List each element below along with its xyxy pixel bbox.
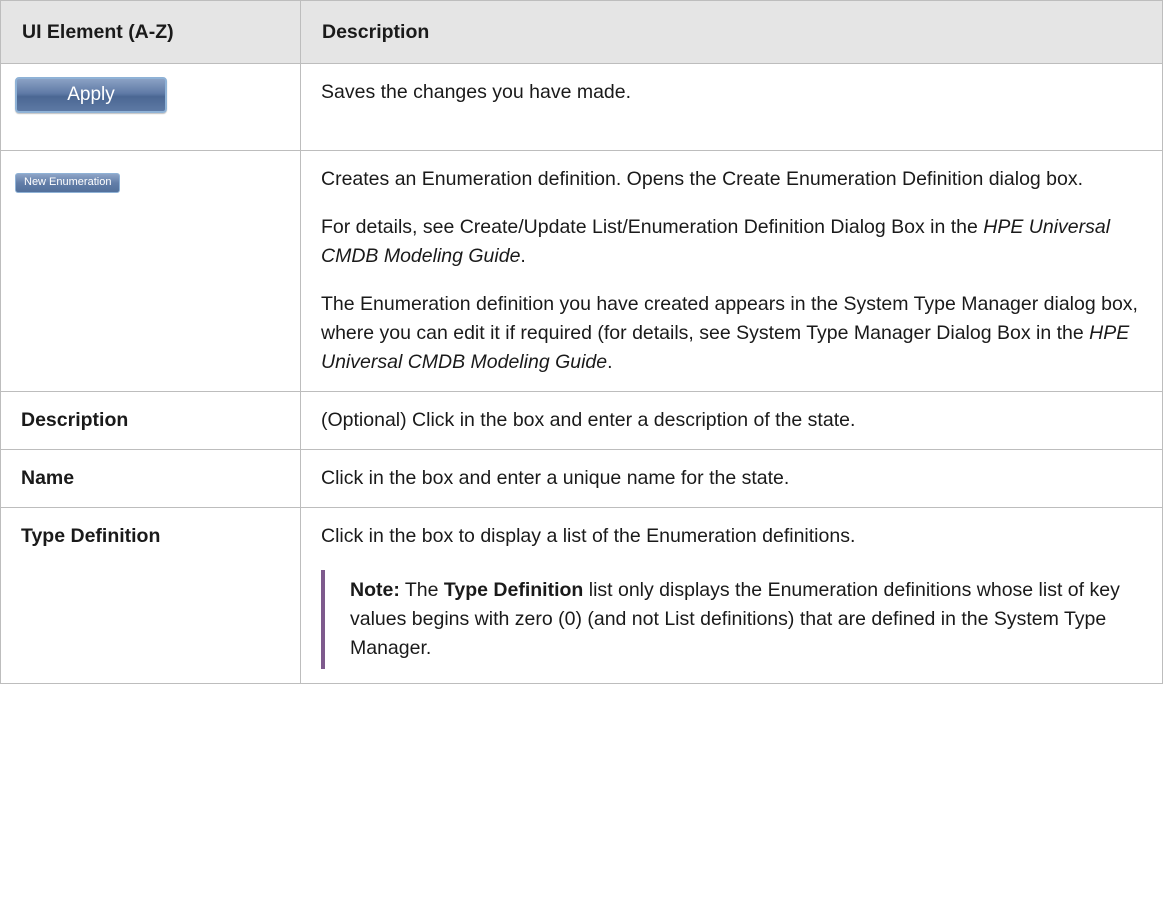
description-cell: Creates an Enumeration definition. Opens… xyxy=(300,150,1163,392)
ui-elements-table: UI Element (A-Z) Description Apply Saves… xyxy=(0,0,1163,684)
details-period: . xyxy=(520,245,526,267)
note-callout: Note: The Type Definition list only disp… xyxy=(321,570,1141,669)
table-row: Description (Optional) Click in the box … xyxy=(0,391,1163,450)
result-text: The Enumeration definition you have crea… xyxy=(321,293,1138,344)
column-header-description: Description xyxy=(300,0,1163,64)
ui-element-name: Description xyxy=(0,391,301,450)
new-enumeration-description: Creates an Enumeration definition. Opens… xyxy=(321,168,1084,190)
table-header-row: UI Element (A-Z) Description xyxy=(0,0,1163,64)
note-emphasis: Type Definition xyxy=(443,579,584,601)
ui-element-name: Name xyxy=(0,449,301,508)
table-row: Name Click in the box and enter a unique… xyxy=(0,449,1163,508)
note-text: The xyxy=(399,579,444,601)
description-cell: Click in the box and enter a unique name… xyxy=(300,449,1163,508)
new-enumeration-details: For details, see Create/Update List/Enum… xyxy=(321,213,1141,271)
description-cell: Saves the changes you have made. xyxy=(300,63,1163,151)
note-label: Note: xyxy=(350,579,400,601)
table-row: New Enumeration Creates an Enumeration d… xyxy=(0,150,1163,392)
table-row: Apply Saves the changes you have made. xyxy=(0,63,1163,151)
column-header-ui-element: UI Element (A-Z) xyxy=(0,0,301,64)
new-enumeration-button[interactable]: New Enumeration xyxy=(15,173,121,193)
type-definition-description: Click in the box to display a list of th… xyxy=(321,525,856,547)
details-text: For details, see Create/Update List/Enum… xyxy=(321,216,984,238)
ui-element-cell: Apply xyxy=(0,63,301,151)
ui-element-cell: New Enumeration xyxy=(0,150,301,392)
apply-description: Saves the changes you have made. xyxy=(321,81,632,103)
apply-button[interactable]: Apply xyxy=(15,77,167,113)
description-cell: (Optional) Click in the box and enter a … xyxy=(300,391,1163,450)
ui-element-name: Type Definition xyxy=(0,507,301,684)
new-enumeration-result: The Enumeration definition you have crea… xyxy=(321,290,1141,377)
result-period: . xyxy=(607,351,613,373)
description-cell: Click in the box to display a list of th… xyxy=(300,507,1163,684)
table-row: Type Definition Click in the box to disp… xyxy=(0,507,1163,684)
